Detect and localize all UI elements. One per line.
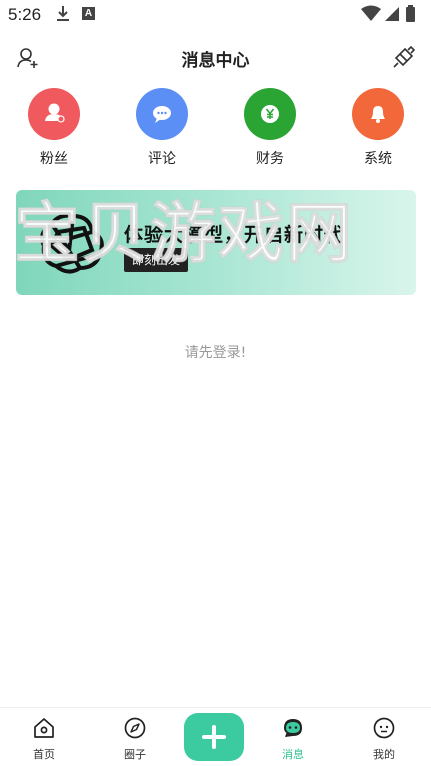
header: 消息中心 — [0, 40, 431, 76]
tab-label: 消息 — [282, 748, 304, 761]
publish-plus-button[interactable] — [184, 713, 244, 761]
login-prompt[interactable]: 请先登录! — [0, 342, 431, 362]
fans-circle — [28, 88, 80, 140]
category-label: 评论 — [148, 151, 176, 167]
ai-knot-logo-icon — [40, 213, 104, 274]
status-time: 5:26 — [8, 5, 42, 24]
bell-icon — [371, 106, 385, 123]
comment-icon — [153, 106, 171, 123]
promo-banner[interactable]: 体验大模型，开启新时代 即刻出发 — [16, 190, 416, 295]
download-icon — [57, 6, 69, 21]
tab-home[interactable]: 首页 — [14, 714, 74, 762]
finance-circle — [244, 88, 296, 140]
category-system[interactable]: 系统 — [338, 88, 418, 168]
home-icon — [34, 718, 54, 738]
app-notification-icon: A — [82, 7, 95, 20]
category-label: 财务 — [256, 151, 284, 167]
category-row: 粉丝 评论 财务 系统 — [0, 88, 431, 168]
tab-label: 我的 — [373, 748, 395, 761]
banner-start-button[interactable]: 即刻出发 — [124, 248, 188, 272]
tab-label: 圈子 — [124, 748, 146, 761]
category-label: 系统 — [364, 151, 392, 167]
yen-icon — [261, 105, 279, 123]
message-icon — [284, 719, 302, 737]
clear-icon[interactable] — [391, 46, 415, 70]
comments-circle — [136, 88, 188, 140]
system-status-icons — [361, 5, 415, 22]
status-bar: 5:26 A — [0, 0, 431, 30]
profile-icon — [373, 717, 395, 739]
category-fans[interactable]: 粉丝 — [14, 88, 94, 168]
category-finance[interactable]: 财务 — [230, 88, 310, 168]
bottom-tab-bar: 首页 圈子 消息 我的 — [0, 707, 431, 766]
system-circle — [352, 88, 404, 140]
tab-profile[interactable]: 我的 — [354, 714, 414, 762]
tab-messages[interactable]: 消息 — [263, 714, 323, 762]
tab-circle[interactable]: 圈子 — [105, 714, 165, 762]
person-icon — [45, 103, 65, 123]
tab-label: 首页 — [33, 748, 55, 761]
page-title: 消息中心 — [181, 51, 250, 71]
banner-headline: 体验大模型，开启新时代 — [124, 224, 345, 246]
compass-icon — [124, 717, 146, 739]
category-label: 粉丝 — [40, 151, 68, 167]
category-comments[interactable]: 评论 — [122, 88, 202, 168]
